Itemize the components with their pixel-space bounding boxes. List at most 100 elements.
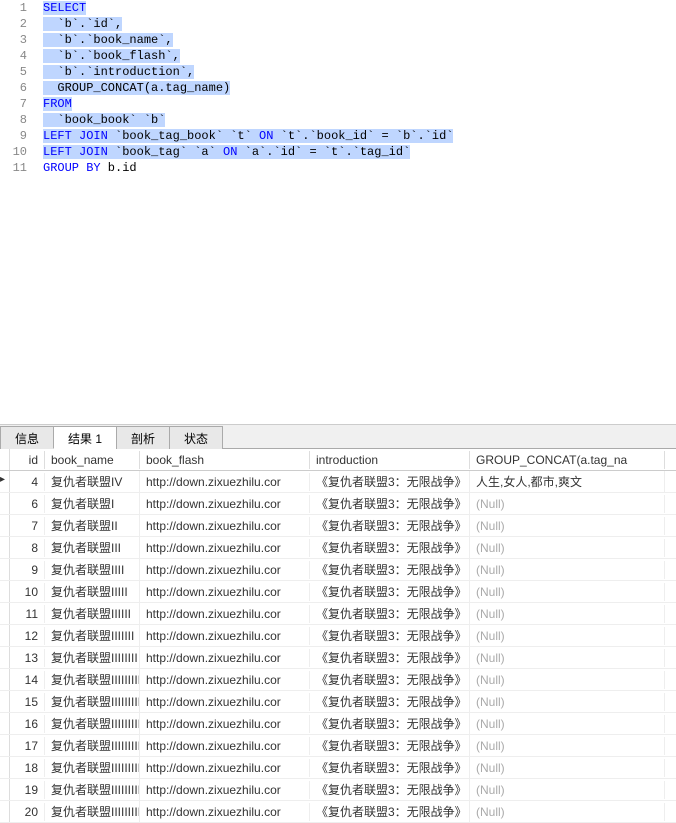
cell-id[interactable]: 10: [10, 583, 45, 601]
cell-id[interactable]: 15: [10, 693, 45, 711]
table-row[interactable]: 13复仇者联盟IIIIIIIIhttp://down.zixuezhilu.co…: [0, 647, 676, 669]
cell-introduction[interactable]: 《复仇者联盟3：无限战争》: [310, 647, 470, 668]
cell-id[interactable]: 7: [10, 517, 45, 535]
cell-book-flash[interactable]: http://down.zixuezhilu.cor: [140, 517, 310, 535]
sql-editor[interactable]: 1SELECT2 `b`.`id`,3 `b`.`book_name`,4 `b…: [0, 0, 676, 425]
code-content[interactable]: LEFT JOIN `book_tag_book` `t` ON `t`.`bo…: [35, 128, 676, 144]
row-selector[interactable]: [0, 691, 10, 712]
cell-id[interactable]: 6: [10, 495, 45, 513]
cell-id[interactable]: 17: [10, 737, 45, 755]
cell-book-flash[interactable]: http://down.zixuezhilu.cor: [140, 561, 310, 579]
cell-book-flash[interactable]: http://down.zixuezhilu.cor: [140, 781, 310, 799]
row-selector[interactable]: [0, 515, 10, 536]
cell-id[interactable]: 12: [10, 627, 45, 645]
cell-group-concat[interactable]: (Null): [470, 759, 665, 777]
tab-结果 1[interactable]: 结果 1: [53, 426, 117, 449]
cell-introduction[interactable]: 《复仇者联盟3：无限战争》: [310, 603, 470, 624]
cell-group-concat[interactable]: (Null): [470, 649, 665, 667]
cell-group-concat[interactable]: 人生,女人,都市,爽文: [470, 471, 665, 492]
cell-id[interactable]: 4: [10, 473, 45, 491]
table-row[interactable]: 10复仇者联盟IIIIIhttp://down.zixuezhilu.cor《复…: [0, 581, 676, 603]
cell-group-concat[interactable]: (Null): [470, 803, 665, 821]
cell-introduction[interactable]: 《复仇者联盟3：无限战争》: [310, 559, 470, 580]
code-content[interactable]: `b`.`id`,: [35, 16, 676, 32]
cell-book-flash[interactable]: http://down.zixuezhilu.cor: [140, 627, 310, 645]
cell-book-name[interactable]: 复仇者联盟I: [45, 493, 140, 514]
cell-introduction[interactable]: 《复仇者联盟3：无限战争》: [310, 625, 470, 646]
code-content[interactable]: `b`.`introduction`,: [35, 64, 676, 80]
table-row[interactable]: 6复仇者联盟Ihttp://down.zixuezhilu.cor《复仇者联盟3…: [0, 493, 676, 515]
col-header-book-flash[interactable]: book_flash: [140, 451, 310, 469]
code-content[interactable]: `book_book` `b`: [35, 112, 676, 128]
cell-group-concat[interactable]: (Null): [470, 671, 665, 689]
code-content[interactable]: `b`.`book_name`,: [35, 32, 676, 48]
col-header-id[interactable]: id: [10, 451, 45, 469]
cell-introduction[interactable]: 《复仇者联盟3：无限战争》: [310, 493, 470, 514]
cell-book-flash[interactable]: http://down.zixuezhilu.cor: [140, 495, 310, 513]
cell-group-concat[interactable]: (Null): [470, 583, 665, 601]
cell-book-flash[interactable]: http://down.zixuezhilu.cor: [140, 605, 310, 623]
code-line[interactable]: 7FROM: [0, 96, 676, 112]
row-selector[interactable]: [0, 669, 10, 690]
code-content[interactable]: `b`.`book_flash`,: [35, 48, 676, 64]
code-content[interactable]: GROUP BY b.id: [35, 160, 676, 176]
cell-book-flash[interactable]: http://down.zixuezhilu.cor: [140, 539, 310, 557]
cell-book-name[interactable]: 复仇者联盟IIIIIII: [45, 625, 140, 646]
cell-group-concat[interactable]: (Null): [470, 627, 665, 645]
cell-introduction[interactable]: 《复仇者联盟3：无限战争》: [310, 735, 470, 756]
cell-group-concat[interactable]: (Null): [470, 693, 665, 711]
code-line[interactable]: 1SELECT: [0, 0, 676, 16]
cell-book-flash[interactable]: http://down.zixuezhilu.cor: [140, 759, 310, 777]
row-selector[interactable]: [0, 647, 10, 668]
cell-group-concat[interactable]: (Null): [470, 737, 665, 755]
table-row[interactable]: 14复仇者联盟IIIIIIIIIhttp://down.zixuezhilu.c…: [0, 669, 676, 691]
row-selector[interactable]: [0, 537, 10, 558]
cell-id[interactable]: 20: [10, 803, 45, 821]
cell-introduction[interactable]: 《复仇者联盟3：无限战争》: [310, 669, 470, 690]
row-selector[interactable]: [0, 801, 10, 822]
cell-group-concat[interactable]: (Null): [470, 781, 665, 799]
table-row[interactable]: 4复仇者联盟IVhttp://down.zixuezhilu.cor《复仇者联盟…: [0, 471, 676, 493]
code-line[interactable]: 10LEFT JOIN `book_tag` `a` ON `a`.`id` =…: [0, 144, 676, 160]
table-row[interactable]: 20复仇者联盟IIIIIIIIIIIhttp://down.zixuezhilu…: [0, 801, 676, 823]
cell-book-flash[interactable]: http://down.zixuezhilu.cor: [140, 583, 310, 601]
cell-id[interactable]: 18: [10, 759, 45, 777]
row-selector[interactable]: [0, 493, 10, 514]
cell-introduction[interactable]: 《复仇者联盟3：无限战争》: [310, 779, 470, 800]
table-row[interactable]: 9复仇者联盟IIIIhttp://down.zixuezhilu.cor《复仇者…: [0, 559, 676, 581]
cell-group-concat[interactable]: (Null): [470, 605, 665, 623]
cell-group-concat[interactable]: (Null): [470, 517, 665, 535]
row-selector[interactable]: [0, 581, 10, 602]
row-selector[interactable]: [0, 757, 10, 778]
table-row[interactable]: 19复仇者联盟IIIIIIIIIIIhttp://down.zixuezhilu…: [0, 779, 676, 801]
table-row[interactable]: 11复仇者联盟IIIIIIhttp://down.zixuezhilu.cor《…: [0, 603, 676, 625]
code-line[interactable]: 4 `b`.`book_flash`,: [0, 48, 676, 64]
cell-book-flash[interactable]: http://down.zixuezhilu.cor: [140, 649, 310, 667]
row-selector[interactable]: [0, 559, 10, 580]
table-row[interactable]: 16复仇者联盟IIIIIIIIIIIhttp://down.zixuezhilu…: [0, 713, 676, 735]
cell-id[interactable]: 16: [10, 715, 45, 733]
cell-book-flash[interactable]: http://down.zixuezhilu.cor: [140, 803, 310, 821]
table-row[interactable]: 7复仇者联盟IIhttp://down.zixuezhilu.cor《复仇者联盟…: [0, 515, 676, 537]
code-line[interactable]: 6 GROUP_CONCAT(a.tag_name): [0, 80, 676, 96]
cell-introduction[interactable]: 《复仇者联盟3：无限战争》: [310, 515, 470, 536]
cell-book-flash[interactable]: http://down.zixuezhilu.cor: [140, 693, 310, 711]
cell-book-name[interactable]: 复仇者联盟IIIIIIIIII: [45, 691, 140, 712]
cell-group-concat[interactable]: (Null): [470, 495, 665, 513]
code-line[interactable]: 5 `b`.`introduction`,: [0, 64, 676, 80]
row-selector[interactable]: [0, 713, 10, 734]
col-header-group-concat[interactable]: GROUP_CONCAT(a.tag_na: [470, 451, 665, 469]
col-header-book-name[interactable]: book_name: [45, 451, 140, 469]
cell-book-name[interactable]: 复仇者联盟II: [45, 515, 140, 536]
cell-introduction[interactable]: 《复仇者联盟3：无限战争》: [310, 691, 470, 712]
code-content[interactable]: SELECT: [35, 0, 676, 16]
cell-id[interactable]: 14: [10, 671, 45, 689]
table-row[interactable]: 15复仇者联盟IIIIIIIIIIhttp://down.zixuezhilu.…: [0, 691, 676, 713]
cell-group-concat[interactable]: (Null): [470, 715, 665, 733]
code-line[interactable]: 9LEFT JOIN `book_tag_book` `t` ON `t`.`b…: [0, 128, 676, 144]
cell-group-concat[interactable]: (Null): [470, 561, 665, 579]
cell-id[interactable]: 9: [10, 561, 45, 579]
cell-book-name[interactable]: 复仇者联盟IIIIIIIIIII: [45, 757, 140, 778]
table-row[interactable]: 12复仇者联盟IIIIIIIhttp://down.zixuezhilu.cor…: [0, 625, 676, 647]
tab-剖析[interactable]: 剖析: [116, 426, 170, 449]
